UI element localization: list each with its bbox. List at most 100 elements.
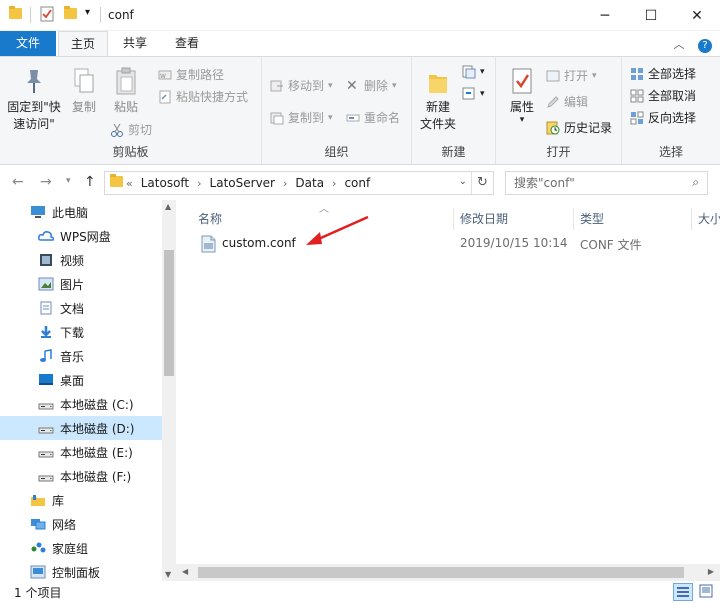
minimize-button[interactable]: ─ <box>582 0 628 31</box>
nav-item-c[interactable]: 本地磁盘 (C:) <box>0 392 162 416</box>
nav-item-f[interactable]: 本地磁盘 (F:) <box>0 464 162 488</box>
details-view-icon[interactable] <box>673 583 693 601</box>
breadcrumb-latosoft[interactable]: Latosoft <box>141 176 189 190</box>
nav-scroll-thumb[interactable] <box>164 250 174 376</box>
nav-item-label: 桌面 <box>60 373 85 388</box>
desktop-icon <box>38 373 54 387</box>
tab-share[interactable]: 共享 <box>110 31 160 56</box>
copy-button[interactable]: 复制 <box>66 67 102 116</box>
chevron-down-icon[interactable]: ⌄ <box>459 176 467 187</box>
scroll-up-icon[interactable]: ▲ <box>165 202 171 211</box>
search-input[interactable] <box>514 175 684 191</box>
maximize-button[interactable]: ☐ <box>628 0 674 31</box>
chevron-down-icon: ▾ <box>328 80 333 91</box>
nav-item-wps[interactable]: WPS网盘 <box>0 224 162 248</box>
rename-icon <box>346 111 360 125</box>
nav-item-d[interactable]: 本地磁盘 (D:) <box>0 416 162 440</box>
forward-button[interactable]: → <box>40 174 52 190</box>
chevron-up-icon[interactable]: ︿ <box>674 38 685 51</box>
rename-button[interactable]: 重命名 <box>346 109 400 126</box>
new-folder-icon[interactable] <box>64 6 77 19</box>
nav-item-label: 音乐 <box>60 349 85 364</box>
nav-item-5[interactable]: 下载 <box>0 320 162 344</box>
column-modified[interactable]: 修改日期 <box>454 208 574 230</box>
new-group-label: 新建 <box>441 145 466 159</box>
nav-item-3[interactable]: 图片 <box>0 272 162 296</box>
ribbon-tabs: 文件 主页 共享 查看 ︿ ? <box>0 31 720 56</box>
nav-item-0[interactable]: 此电脑 <box>0 200 162 224</box>
easy-access-button[interactable]: ▾ <box>462 87 485 101</box>
file-modified: 2019/10/15 10:14 <box>460 236 568 250</box>
nav-scrollbar[interactable]: ▲ ▼ <box>162 200 176 581</box>
recent-locations-button[interactable]: ▾ <box>66 176 71 186</box>
copy-to-button[interactable]: 复制到 ▾ <box>270 109 333 126</box>
nav-item-13[interactable]: 网络 <box>0 512 162 536</box>
address-box[interactable]: « Latosoft › LatoServer › Data › conf ⌄ … <box>104 171 494 195</box>
easy-access-icon <box>462 87 476 101</box>
up-button[interactable]: ↑ <box>84 174 96 190</box>
breadcrumb-data[interactable]: Data <box>295 176 324 190</box>
chevron-right-icon[interactable]: › <box>197 177 201 190</box>
horizontal-scroll-thumb[interactable] <box>198 567 684 578</box>
cut-button[interactable]: 剪切 <box>110 121 152 138</box>
history-button[interactable]: 历史记录 <box>546 119 612 136</box>
nav-item-label: 图片 <box>60 277 85 292</box>
refresh-icon[interactable]: ↻ <box>471 172 493 194</box>
nav-item-label: 本地磁盘 (E:) <box>60 445 133 460</box>
close-button[interactable]: ✕ <box>674 0 720 31</box>
chevron-down-icon: ▾ <box>392 80 397 91</box>
nav-item-2[interactable]: 视频 <box>0 248 162 272</box>
nav-item-14[interactable]: 家庭组 <box>0 536 162 560</box>
chevron-right-icon[interactable]: › <box>332 177 336 190</box>
network-icon <box>30 517 46 531</box>
scroll-down-icon[interactable]: ▼ <box>165 570 171 579</box>
tab-home[interactable]: 主页 <box>58 31 108 56</box>
delete-button[interactable]: ✕ 删除 ▾ <box>346 77 397 94</box>
divider <box>30 7 31 23</box>
new-item-button[interactable]: ▾ <box>462 65 485 79</box>
nav-item-7[interactable]: 桌面 <box>0 368 162 392</box>
annotation-arrow <box>306 215 369 245</box>
scroll-right-icon[interactable]: ▶ <box>708 567 714 576</box>
invert-selection-button[interactable]: 反向选择 <box>630 109 696 126</box>
document-icon <box>38 301 54 315</box>
nav-item-e[interactable]: 本地磁盘 (E:) <box>0 440 162 464</box>
nav-item-4[interactable]: 文档 <box>0 296 162 320</box>
nav-item-6[interactable]: 音乐 <box>0 344 162 368</box>
column-type[interactable]: 类型 <box>574 208 692 230</box>
tab-file[interactable]: 文件 <box>0 31 56 56</box>
new-folder-button[interactable]: 新建 文件夹 <box>418 67 458 133</box>
nav-item-12[interactable]: 库 <box>0 488 162 512</box>
nav-item-label: 文档 <box>60 301 85 316</box>
edit-button[interactable]: 编辑 <box>546 93 588 110</box>
properties-button[interactable]: 属性 ▾ <box>502 67 542 125</box>
paste-button[interactable]: 粘贴 <box>106 67 146 116</box>
chevron-right-icon[interactable]: › <box>283 177 287 190</box>
move-to-button[interactable]: 移动到 ▾ <box>270 77 333 94</box>
breadcrumb-latoserver[interactable]: LatoServer <box>210 176 275 190</box>
download-icon <box>38 325 54 339</box>
breadcrumb-conf[interactable]: conf <box>344 176 370 190</box>
horizontal-scrollbar[interactable]: ◀ ▶ <box>176 564 720 581</box>
chevron-down-icon[interactable]: ▾ <box>85 7 90 18</box>
properties-check-icon[interactable] <box>40 6 54 25</box>
tab-view[interactable]: 查看 <box>162 31 212 56</box>
help-icon[interactable]: ? <box>698 39 712 53</box>
column-size[interactable]: 大小 <box>692 208 720 230</box>
large-icons-view-icon[interactable] <box>697 583 717 601</box>
open-button[interactable]: 打开 ▾ <box>546 67 597 84</box>
pin-quick-access-button[interactable]: 固定到"快 速访问" <box>4 67 64 133</box>
chevron-down-icon: ▾ <box>592 70 597 81</box>
paste-shortcut-button[interactable]: 粘贴快捷方式 <box>158 88 248 105</box>
nav-item-label: 库 <box>52 493 65 508</box>
ribbon: 固定到"快 速访问" 复制 粘贴 W 复制路径 粘贴快捷方式 剪切 剪贴板 移动… <box>0 56 720 165</box>
select-none-button[interactable]: 全部取消 <box>630 87 696 104</box>
select-all-button[interactable]: 全部选择 <box>630 65 696 82</box>
scroll-left-icon[interactable]: ◀ <box>182 567 188 576</box>
file-row[interactable]: custom.conf 2019/10/15 10:14 CONF 文件 <box>196 233 706 255</box>
copy-path-button[interactable]: W 复制路径 <box>158 66 224 83</box>
nav-item-label: 本地磁盘 (F:) <box>60 469 132 484</box>
breadcrumb-prefix[interactable]: « <box>126 177 133 190</box>
search-icon[interactable]: ⌕ <box>692 175 699 190</box>
back-button[interactable]: ← <box>12 174 24 190</box>
